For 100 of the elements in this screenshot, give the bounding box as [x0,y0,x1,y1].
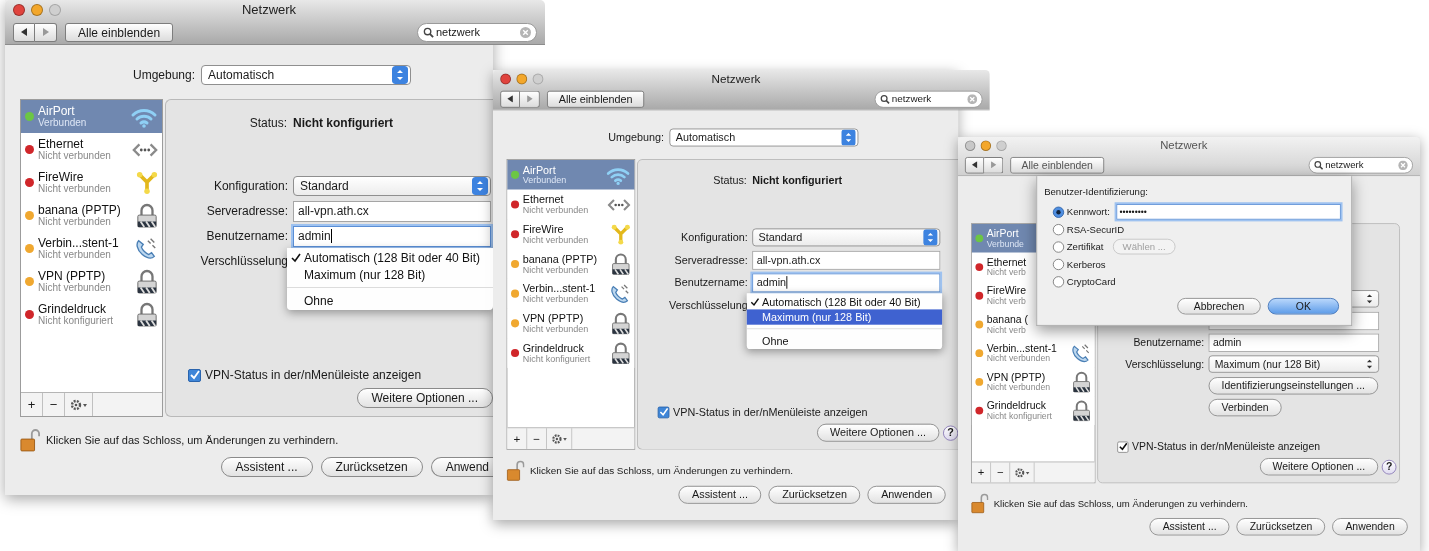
service-status: Nicht verb [986,324,1026,335]
add-button[interactable]: + [971,462,992,483]
footer-button[interactable]: Zurücksetzen [768,485,861,504]
clear-icon[interactable] [520,26,531,38]
popup-button[interactable]: Standard [752,228,941,247]
clear-icon[interactable] [1398,160,1408,170]
zoom-button[interactable] [996,140,1007,151]
open-padlock-icon[interactable] [20,428,40,452]
checkbox[interactable] [657,406,670,418]
password-field[interactable]: ••••••••• [1115,204,1341,220]
back-button[interactable] [964,156,985,174]
footer-button[interactable]: Assistent ... [678,485,762,504]
dialog-button[interactable]: OK [1267,297,1340,315]
padlock-icon [610,311,631,336]
popup-button[interactable]: Maximum (nur 128 Bit) [1208,355,1380,373]
clear-icon[interactable] [967,93,978,104]
action-button[interactable]: Verbinden [1208,398,1282,417]
service-name: Verbin...stent-1 [38,236,119,249]
remove-button[interactable]: − [43,393,65,416]
radio-button[interactable] [1052,206,1065,218]
search-field[interactable]: netzwerk [1308,156,1413,174]
search-field[interactable]: netzwerk [417,22,537,42]
check-icon [291,252,301,263]
service-item[interactable]: AirPort Verbunden [507,160,635,190]
add-button[interactable]: + [21,393,43,416]
footer-button[interactable]: Zurücksetzen [1236,518,1326,536]
menu-item[interactable]: Maximum (nur 128 Bit) [287,266,493,283]
location-popup[interactable]: Automatisch [669,128,859,147]
checkbox-label: VPN-Status in der/nMenüleiste anzeigen [673,404,868,421]
show-all-button[interactable]: Alle einblenden [65,22,174,42]
popup-button[interactable]: Standard [293,176,491,196]
padlock-icon [610,341,631,365]
show-all-button[interactable]: Alle einblenden [1010,156,1105,174]
service-status: Nicht verbunden [522,234,589,246]
text-field[interactable]: all-vpn.ath.cx [752,250,941,270]
open-padlock-icon[interactable] [971,492,989,514]
radio-button[interactable] [1052,275,1065,288]
footer-button[interactable]: Anwenden [1332,518,1408,536]
padlock-icon [610,252,631,276]
service-status: Nicht verbunden [38,248,111,261]
right-arrow-icon [41,28,50,36]
service-status: Nicht konfiguriert [38,314,114,327]
service-name: VPN (PPTP) [986,371,1046,382]
service-name: Grindeldruck [986,400,1046,411]
text-field[interactable]: admin [752,272,941,292]
forward-button[interactable] [35,22,57,42]
radio-button[interactable] [1052,258,1065,270]
help-button[interactable]: ? [1381,459,1397,475]
checkbox[interactable] [188,368,201,382]
remove-button[interactable]: − [991,462,1011,483]
footer-button[interactable]: Anwenden [867,485,946,504]
zoom-button[interactable] [532,73,544,85]
padlock-icon [136,268,158,295]
open-padlock-icon[interactable] [506,459,525,482]
popup-arrows-icon [841,129,856,146]
menu-item[interactable]: Ohne [746,332,943,349]
zoom-button[interactable] [49,4,61,16]
minimize-button[interactable] [980,140,992,151]
back-button[interactable] [13,22,35,42]
checkbox[interactable] [1117,441,1129,453]
footer-button[interactable]: Anwend [430,457,493,477]
back-button[interactable] [500,90,520,108]
close-button[interactable] [500,73,511,85]
menu-item[interactable]: Automatisch (128 Bit oder 40 Bit) [746,294,943,310]
close-button[interactable] [13,4,25,16]
action-button[interactable]: Identifizierungseinstellungen ... [1208,377,1378,395]
service-name: Verbin...stent-1 [522,282,596,294]
menu-item[interactable]: Maximum (nur 128 Bit) [746,309,943,325]
text-field[interactable]: admin [1208,333,1380,352]
service-name: VPN (PPTP) [522,312,584,324]
service-status: Nicht verbunden [522,293,589,305]
close-button[interactable] [964,140,976,151]
footer-button[interactable]: Assistent ... [1149,518,1230,536]
radio-button[interactable] [1052,240,1065,253]
location-popup[interactable]: Automatisch [201,65,412,85]
text-field[interactable]: all-vpn.ath.cx [293,200,491,222]
search-field[interactable]: netzwerk [874,90,983,108]
gear-icon [1014,467,1030,478]
service-item[interactable]: AirPort Verbunden [21,100,162,133]
service-status: Verbunden [522,174,567,186]
text-field[interactable]: admin [293,225,491,247]
menu-item[interactable]: Ohne [287,292,493,309]
remove-button[interactable]: − [527,428,547,449]
minimize-button[interactable] [516,73,528,85]
menu-item[interactable]: Automatisch (128 Bit oder 40 Bit) [287,249,493,266]
dialog-button[interactable]: Abbrechen [1177,297,1261,315]
more-options-button[interactable]: Weitere Optionen ... [356,388,493,408]
footer-button[interactable]: Assistent ... [220,457,313,477]
more-options-button[interactable]: Weitere Optionen ... [816,423,940,442]
forward-button[interactable] [984,156,1004,174]
help-button[interactable]: ? [943,425,959,441]
location-label: Umgebung: [608,130,665,146]
footer-button[interactable]: Zurücksetzen [320,457,423,477]
add-button[interactable]: + [507,428,528,449]
radio-button[interactable] [1052,223,1065,235]
service-name: Ethernet [522,193,564,205]
minimize-button[interactable] [31,4,43,16]
show-all-button[interactable]: Alle einblenden [547,90,645,108]
more-options-button[interactable]: Weitere Optionen ... [1259,458,1379,476]
service-status: Nicht verbunden [38,281,111,294]
